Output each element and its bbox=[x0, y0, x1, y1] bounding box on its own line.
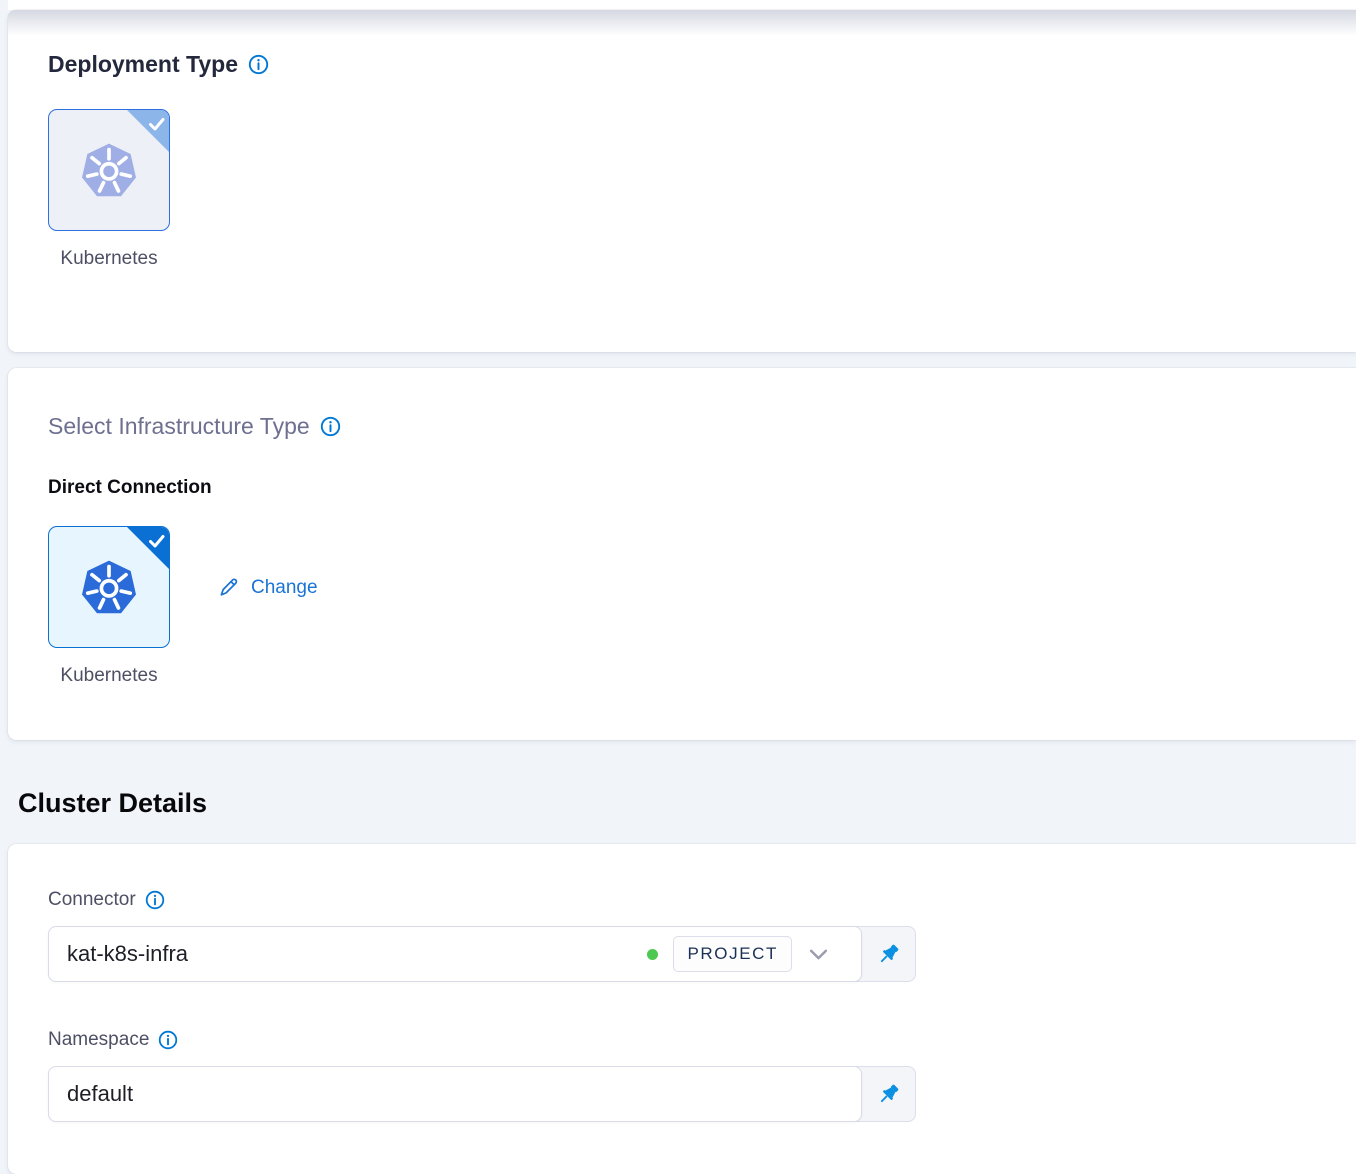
infra-kubernetes-tile[interactable] bbox=[48, 526, 170, 648]
change-label: Change bbox=[251, 577, 318, 599]
deployment-kubernetes-tile[interactable] bbox=[48, 109, 170, 231]
pin-icon bbox=[875, 941, 902, 968]
infra-tile-label: Kubernetes bbox=[48, 664, 170, 688]
connector-input-decor: PROJECT bbox=[647, 926, 830, 982]
scope-badge[interactable]: PROJECT bbox=[673, 936, 792, 972]
pin-button[interactable] bbox=[861, 927, 915, 981]
check-icon bbox=[146, 113, 167, 139]
deployment-tile-label: Kubernetes bbox=[48, 247, 170, 271]
check-icon bbox=[146, 530, 167, 556]
pin-icon bbox=[875, 1081, 902, 1108]
deployment-type-card: Deployment Type Kubernetes bbox=[8, 10, 1356, 352]
deployment-type-title-row: Deployment Type bbox=[48, 50, 1356, 78]
info-icon[interactable] bbox=[248, 54, 269, 75]
info-icon[interactable] bbox=[158, 1030, 178, 1050]
namespace-input[interactable] bbox=[48, 1066, 862, 1122]
cluster-details-card: Connector PROJECT Namespace bbox=[8, 844, 1356, 1174]
change-button[interactable]: Change bbox=[217, 576, 318, 599]
connector-label: Connector bbox=[48, 888, 136, 912]
infrastructure-title-row: Select Infrastructure Type bbox=[48, 412, 1356, 440]
namespace-label: Namespace bbox=[48, 1028, 149, 1052]
infrastructure-selection-row: Kubernetes Change bbox=[48, 526, 1356, 688]
pencil-icon bbox=[217, 576, 240, 599]
chevron-down-icon[interactable] bbox=[807, 943, 830, 966]
infra-kubernetes-option: Kubernetes bbox=[48, 526, 173, 688]
infrastructure-title: Select Infrastructure Type bbox=[48, 412, 310, 440]
connector-status-dot bbox=[647, 949, 658, 960]
deployment-kubernetes-option: Kubernetes bbox=[48, 109, 173, 271]
infrastructure-type-card: Select Infrastructure Type Direct Connec… bbox=[8, 368, 1356, 740]
info-icon[interactable] bbox=[145, 890, 165, 910]
namespace-field bbox=[48, 1066, 916, 1124]
top-strip bbox=[8, 0, 1356, 10]
namespace-label-row: Namespace bbox=[48, 1028, 1356, 1052]
cluster-details-heading: Cluster Details bbox=[18, 786, 1356, 820]
direct-connection-heading: Direct Connection bbox=[48, 476, 1356, 500]
page-content: Deployment Type Kubernetes Select Infras… bbox=[8, 0, 1356, 1174]
deployment-type-title: Deployment Type bbox=[48, 50, 238, 78]
pin-button[interactable] bbox=[861, 1067, 915, 1121]
connector-label-row: Connector bbox=[48, 888, 1356, 912]
connector-field: PROJECT bbox=[48, 926, 916, 984]
info-icon[interactable] bbox=[320, 416, 341, 437]
